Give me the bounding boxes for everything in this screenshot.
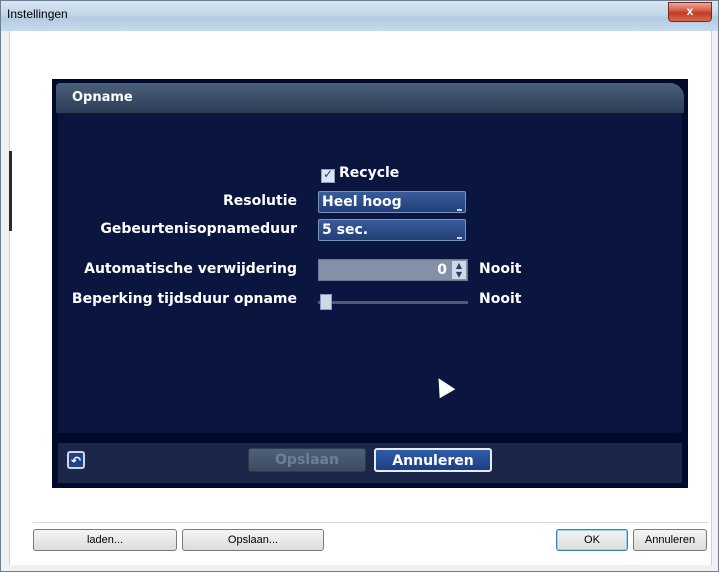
- back-arrow-icon[interactable]: ↶: [67, 451, 85, 469]
- auto-delete-spinbox[interactable]: 0 ▲ ▼: [318, 259, 468, 281]
- resolution-value: Heel hoog: [322, 194, 402, 210]
- resolution-dropdown[interactable]: Heel hoog: [318, 191, 466, 213]
- event-duration-value: 5 sec.: [322, 222, 369, 238]
- panel-header: Opname: [56, 83, 684, 113]
- auto-delete-unit: Nooit: [479, 261, 522, 277]
- spin-down-icon[interactable]: ▼: [452, 270, 466, 279]
- recording-settings-panel: Opname Recycle Resolutie Heel hoog Gebeu…: [52, 79, 688, 488]
- panel-footer: ↶ Opslaan Annuleren: [58, 443, 682, 483]
- ok-button[interactable]: OK: [556, 529, 628, 551]
- window-title: Instellingen: [7, 7, 68, 21]
- spin-up-icon[interactable]: ▲: [452, 261, 466, 270]
- recycle-label: Recycle: [339, 165, 400, 181]
- panel-body: Recycle Resolutie Heel hoog Gebeurteniso…: [58, 113, 682, 433]
- dropdown-arrow-icon: [457, 206, 462, 211]
- close-button[interactable]: x: [668, 2, 712, 22]
- settings-window: Instellingen x Opname Recycle Resolutie …: [0, 0, 719, 572]
- cancel-button[interactable]: Annuleren: [633, 529, 707, 551]
- panel-save-button[interactable]: Opslaan: [248, 448, 366, 472]
- recycle-checkbox[interactable]: [321, 167, 335, 183]
- save-as-button[interactable]: Opslaan...: [182, 529, 324, 551]
- panel-title: Opname: [72, 90, 133, 105]
- event-duration-dropdown[interactable]: 5 sec.: [318, 219, 466, 241]
- panel-cancel-button[interactable]: Annuleren: [374, 448, 492, 472]
- duration-limit-slider[interactable]: [318, 294, 468, 310]
- load-button[interactable]: laden...: [33, 529, 177, 551]
- duration-limit-unit: Nooit: [479, 291, 522, 307]
- auto-delete-value: 0: [437, 262, 447, 278]
- resolution-label: Resolutie: [223, 193, 297, 209]
- slider-knob[interactable]: [320, 294, 332, 310]
- slider-track: [318, 301, 468, 304]
- title-bar[interactable]: Instellingen x: [1, 1, 718, 31]
- auto-delete-label: Automatische verwijdering: [84, 261, 297, 277]
- duration-limit-label: Beperking tijdsduur opname: [71, 291, 297, 307]
- bottom-separator: [33, 522, 709, 523]
- left-edge-marker: [9, 151, 12, 231]
- event-duration-label: Gebeurtenisopnameduur: [100, 221, 297, 237]
- dropdown-arrow-icon: [457, 234, 462, 239]
